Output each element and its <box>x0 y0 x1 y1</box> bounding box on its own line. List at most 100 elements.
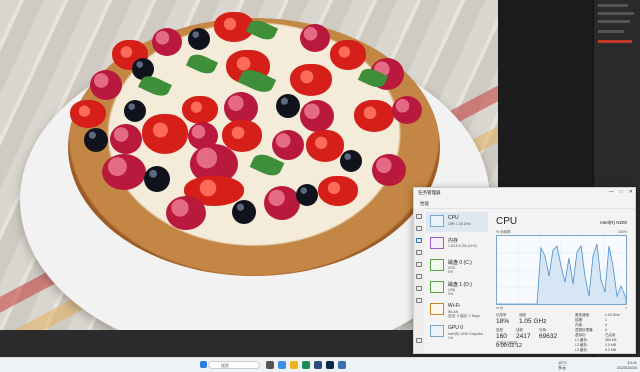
raspberry <box>110 124 142 154</box>
resource-item-wifi[interactable]: Wi-Fi WLAN 发送: 0 接收: 0 Kbps <box>426 300 488 320</box>
task-view-icon[interactable] <box>266 361 274 369</box>
strawberry <box>70 100 106 128</box>
cpu-graph-svg <box>497 236 627 305</box>
performance-icon[interactable] <box>416 238 422 243</box>
taskbar-search-label: 搜索 <box>221 363 229 368</box>
details-icon[interactable] <box>416 286 422 291</box>
panel-line <box>598 40 632 43</box>
strawberry <box>354 100 394 132</box>
cpu-mini-graph <box>430 215 444 227</box>
gpu-mini-graph <box>430 325 444 337</box>
start-icon[interactable] <box>200 361 207 368</box>
startup-icon[interactable] <box>416 262 422 267</box>
strawberry <box>306 130 344 162</box>
raspberry <box>152 28 182 56</box>
resource-item-cpu[interactable]: CPU 18% 1.05 GHz <box>426 212 488 232</box>
clock[interactable]: 13:11 2023/10/24 <box>617 360 637 370</box>
services-icon[interactable] <box>416 298 422 303</box>
cpu-usage-graph <box>496 235 627 305</box>
resource-sub: 1.6/15.6 GB (11%) <box>448 244 477 248</box>
wifi-mini-graph <box>430 303 444 315</box>
axis-right-label: 0 <box>625 306 627 310</box>
taskbar-search[interactable]: 搜索 <box>208 361 260 369</box>
raspberry <box>264 186 300 220</box>
cpu-detail-panel: CPU Intel(R) N200 % 利用率 100% 60 秒 0 利用率 … <box>493 212 631 352</box>
strawberry <box>290 64 332 96</box>
blueberry <box>144 166 170 192</box>
task-manager-icon[interactable] <box>338 361 346 369</box>
blueberry <box>276 94 300 118</box>
resource-sub2: 0% <box>448 270 454 274</box>
window-title: 任务管理器 <box>418 190 441 195</box>
uptime-value: 0:00:02:12 <box>496 343 522 349</box>
spec-value: 2.0 MB <box>605 343 617 347</box>
close-button[interactable]: ✕ <box>629 189 633 195</box>
resource-sub2: 0% <box>448 292 454 296</box>
cpu-title: CPU <box>496 216 518 227</box>
task-manager-window[interactable]: 任务管理器 — □ ✕ 性能 CPU 18% 1.05 GHz 内存 1.6/1… <box>413 187 636 354</box>
raspberry <box>272 130 304 160</box>
strawberry <box>182 96 218 124</box>
spec-value: 384 KB <box>605 338 617 342</box>
panel-line <box>598 4 628 7</box>
menu-icon[interactable] <box>416 214 422 219</box>
spec-value: 4 <box>605 328 607 332</box>
store-icon[interactable] <box>314 361 322 369</box>
task-manager-titlebar: 任务管理器 <box>418 190 441 198</box>
axis-left-label: 60 秒 <box>496 306 504 310</box>
handles-value: 69632 <box>539 333 558 340</box>
resource-item-gpu[interactable]: GPU 0 Intel(R) UHD Graphics 1% <box>426 322 488 342</box>
processes-icon[interactable] <box>416 226 422 231</box>
resource-item-memory[interactable]: 内存 1.6/15.6 GB (11%) <box>426 234 488 254</box>
resource-sub: Intel(R) UHD Graphics <box>448 332 484 336</box>
nav-rail <box>414 208 424 353</box>
window-controls: — □ ✕ <box>609 189 633 195</box>
threads-value: 2417 <box>516 333 531 340</box>
resource-sub2: 1% <box>448 336 454 340</box>
clock-date: 2023/10/24 <box>617 365 638 370</box>
search-input[interactable]: 性能 <box>420 201 429 207</box>
raspberry <box>90 70 122 100</box>
resource-name: 内存 <box>448 238 459 244</box>
raspberry <box>166 196 206 230</box>
processes-value: 160 <box>496 333 507 340</box>
blueberry <box>296 184 318 206</box>
strawberry <box>330 40 366 70</box>
resource-name: 磁盘 0 (C:) <box>448 260 472 266</box>
disk0-mini-graph <box>430 259 444 271</box>
widgets-icon[interactable] <box>278 361 286 369</box>
spec-value: 1 <box>605 318 607 322</box>
panel-line <box>598 20 630 23</box>
app-history-icon[interactable] <box>416 250 422 255</box>
resource-item-disk1[interactable]: 磁盘 1 (D:) USB 0% <box>426 278 488 298</box>
raspberry <box>372 154 406 186</box>
resource-name: GPU 0 <box>448 325 464 331</box>
resource-name: 磁盘 1 (D:) <box>448 282 472 288</box>
disk1-mini-graph <box>430 281 444 293</box>
blueberry <box>188 28 210 50</box>
panel-line <box>598 30 624 33</box>
spec-value: 4 <box>605 323 607 327</box>
weather-text: 多云 <box>558 365 566 370</box>
photoshop-icon[interactable] <box>326 361 334 369</box>
resource-sub2: 发送: 0 接收: 0 Kbps <box>448 314 480 318</box>
minimize-button[interactable]: — <box>609 189 614 195</box>
edge-icon[interactable] <box>302 361 310 369</box>
weather-widget[interactable]: 16°C 多云 <box>558 360 567 370</box>
search-bar[interactable]: 性能 <box>414 200 635 209</box>
blueberry <box>232 200 256 224</box>
resource-name: Wi-Fi <box>448 303 460 309</box>
settings-icon[interactable] <box>416 338 422 343</box>
spec-value: 6.0 MB <box>605 348 617 352</box>
maximize-button[interactable]: □ <box>620 189 623 195</box>
resource-sub: 18% 1.05 GHz <box>448 222 471 226</box>
raspberry <box>300 100 334 132</box>
resource-item-disk0[interactable]: 磁盘 0 (C:) SSD 0% <box>426 256 488 276</box>
speed-value: 1.05 GHz <box>519 318 547 325</box>
utilization-value: 18% <box>496 318 510 325</box>
panel-line <box>598 12 634 15</box>
strawberry <box>318 176 358 206</box>
file-explorer-icon[interactable] <box>290 361 298 369</box>
blueberry <box>84 128 108 152</box>
users-icon[interactable] <box>416 274 422 279</box>
